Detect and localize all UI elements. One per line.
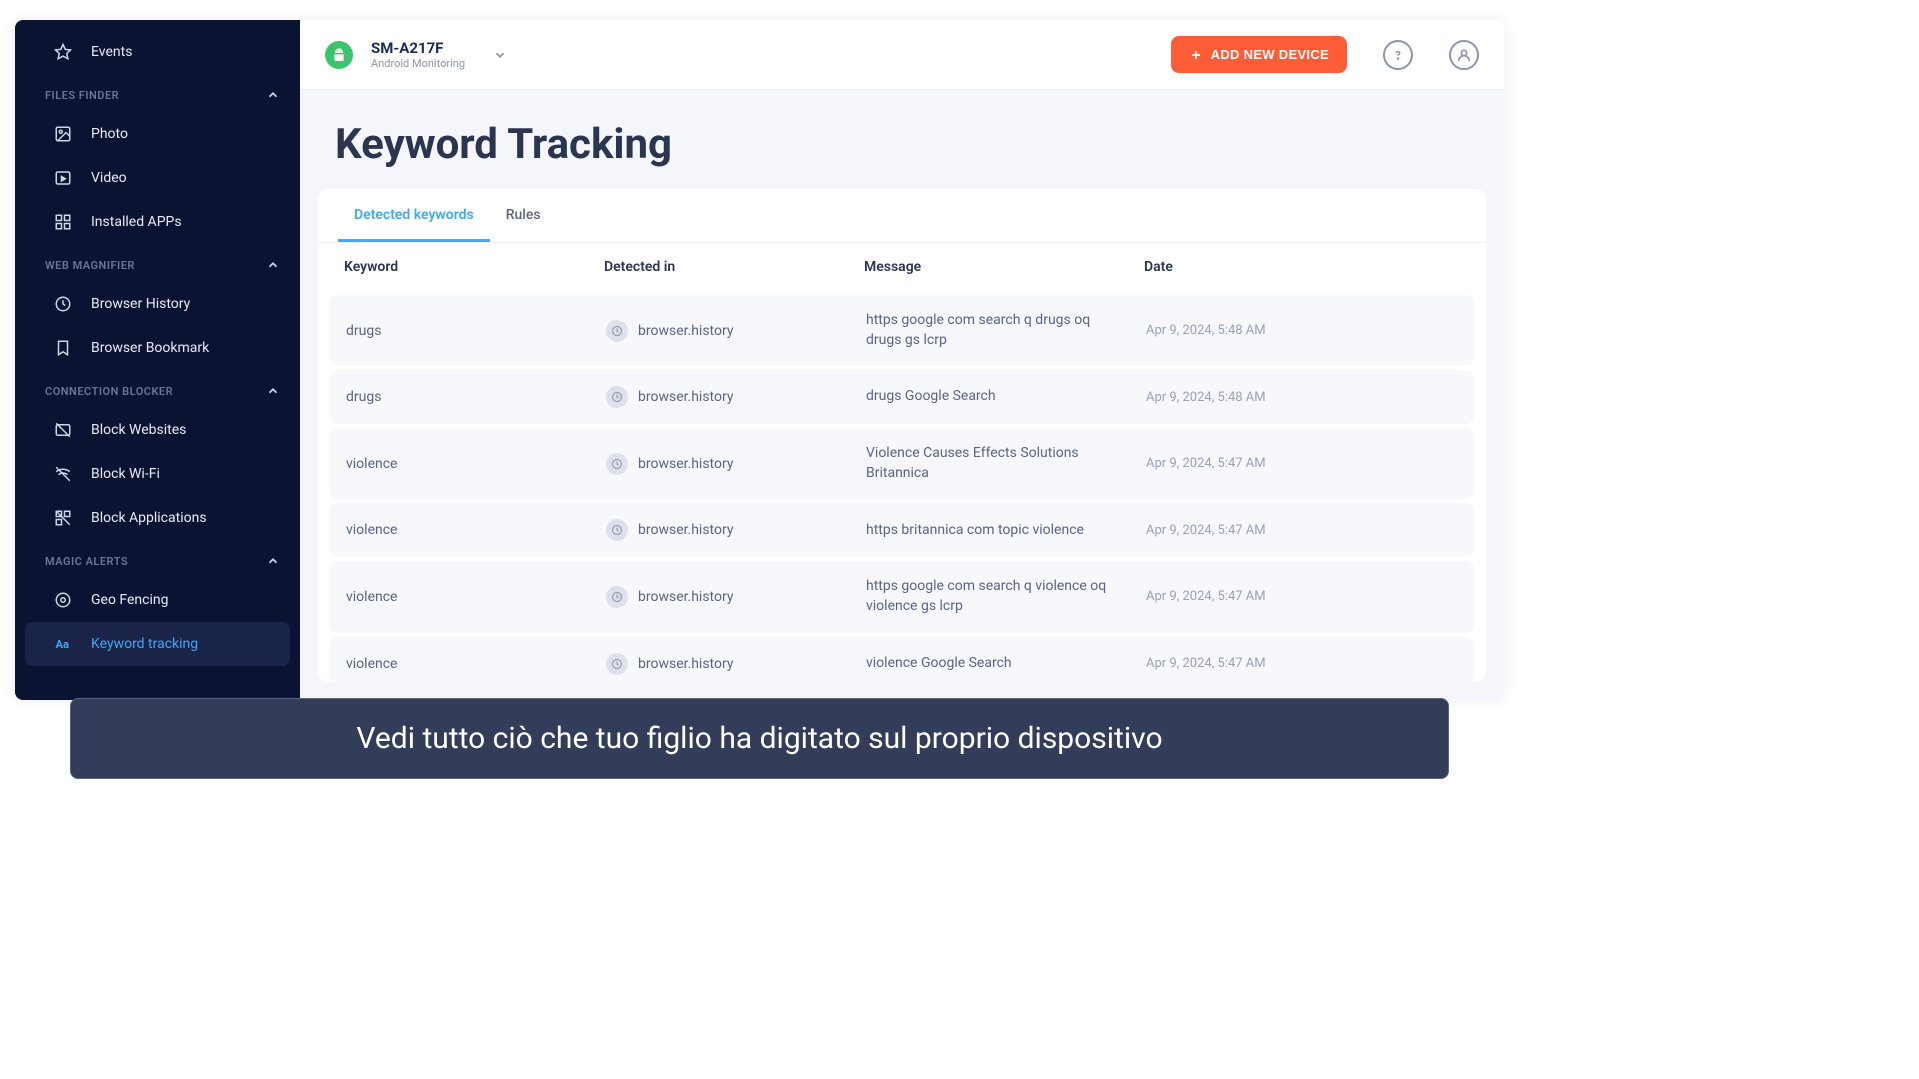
sidebar-item-block-applications[interactable]: Block Applications bbox=[15, 496, 300, 540]
chevron-up-icon bbox=[266, 554, 280, 568]
cell-keyword: drugs bbox=[346, 323, 606, 339]
chevron-up-icon bbox=[266, 258, 280, 272]
cell-date: Apr 9, 2024, 5:47 AM bbox=[1146, 523, 1458, 538]
sidebar: Events FILES FINDER Photo Video Installe… bbox=[15, 20, 300, 700]
col-keyword: Keyword bbox=[344, 259, 604, 275]
star-icon bbox=[53, 42, 73, 62]
cell-message: drugs Google Search bbox=[866, 387, 1146, 407]
cell-keyword: drugs bbox=[346, 389, 606, 405]
sidebar-item-photo[interactable]: Photo bbox=[15, 112, 300, 156]
cell-message: violence Google Search bbox=[866, 654, 1146, 674]
col-date: Date bbox=[1144, 259, 1460, 275]
photo-icon bbox=[53, 124, 73, 144]
cell-message: Violence Causes Effects Solutions Britan… bbox=[866, 444, 1146, 483]
cell-detected-in: browser.history bbox=[606, 519, 866, 541]
svg-text:Aa: Aa bbox=[56, 638, 70, 651]
cell-date: Apr 9, 2024, 5:48 AM bbox=[1146, 390, 1458, 405]
sidebar-item-geo-fencing[interactable]: Geo Fencing bbox=[15, 578, 300, 622]
sidebar-item-keyword-tracking[interactable]: Aa Keyword tracking bbox=[25, 622, 290, 666]
sidebar-item-block-websites[interactable]: Block Websites bbox=[15, 408, 300, 452]
table-row[interactable]: violence browser.history https britannic… bbox=[330, 503, 1474, 557]
sidebar-item-installed-apps[interactable]: Installed APPs bbox=[15, 200, 300, 244]
history-icon bbox=[606, 586, 628, 608]
chevron-up-icon bbox=[266, 384, 280, 398]
table-row[interactable]: drugs browser.history drugs Google Searc… bbox=[330, 370, 1474, 424]
table-row[interactable]: violence browser.history https google co… bbox=[330, 561, 1474, 632]
bookmark-icon bbox=[53, 338, 73, 358]
topbar: SM-A217F Android Monitoring ADD NEW DEVI… bbox=[300, 20, 1504, 90]
cell-keyword: violence bbox=[346, 656, 606, 672]
content-card: Detected keywords Rules Keyword Detected… bbox=[318, 189, 1486, 682]
caption-banner: Vedi tutto ciò che tuo figlio ha digitat… bbox=[70, 698, 1449, 779]
col-message: Message bbox=[864, 259, 1144, 275]
tab-rules[interactable]: Rules bbox=[490, 189, 557, 242]
geofence-icon bbox=[53, 590, 73, 610]
history-icon bbox=[606, 386, 628, 408]
sidebar-item-browser-bookmark[interactable]: Browser Bookmark bbox=[15, 326, 300, 370]
cell-message: https britannica com topic violence bbox=[866, 521, 1146, 541]
cell-date: Apr 9, 2024, 5:47 AM bbox=[1146, 456, 1458, 471]
sidebar-item-video[interactable]: Video bbox=[15, 156, 300, 200]
table-row[interactable]: violence browser.history violence Google… bbox=[330, 637, 1474, 682]
history-icon bbox=[606, 320, 628, 342]
chevron-down-icon[interactable] bbox=[493, 48, 507, 62]
sidebar-section-magic-alerts[interactable]: MAGIC ALERTS bbox=[15, 540, 300, 578]
chevron-up-icon bbox=[266, 88, 280, 102]
device-subtitle: Android Monitoring bbox=[371, 57, 465, 70]
video-icon bbox=[53, 168, 73, 188]
cell-detected-in: browser.history bbox=[606, 386, 866, 408]
history-icon bbox=[606, 653, 628, 675]
help-button[interactable] bbox=[1383, 40, 1413, 70]
cell-keyword: violence bbox=[346, 522, 606, 538]
sidebar-section-files-finder[interactable]: FILES FINDER bbox=[15, 74, 300, 112]
table[interactable]: Keyword Detected in Message Date drugs b… bbox=[318, 243, 1486, 682]
cell-date: Apr 9, 2024, 5:48 AM bbox=[1146, 323, 1458, 338]
block-wifi-icon bbox=[53, 464, 73, 484]
account-button[interactable] bbox=[1449, 40, 1479, 70]
sidebar-item-label: Events bbox=[91, 44, 132, 60]
add-new-device-button[interactable]: ADD NEW DEVICE bbox=[1171, 36, 1347, 73]
cell-detected-in: browser.history bbox=[606, 586, 866, 608]
col-detected-in: Detected in bbox=[604, 259, 864, 275]
clock-icon bbox=[53, 294, 73, 314]
table-header: Keyword Detected in Message Date bbox=[318, 243, 1486, 291]
table-row[interactable]: violence browser.history Violence Causes… bbox=[330, 428, 1474, 499]
main-content: SM-A217F Android Monitoring ADD NEW DEVI… bbox=[300, 20, 1504, 700]
device-name: SM-A217F bbox=[371, 39, 465, 57]
plus-icon bbox=[1189, 48, 1203, 62]
table-row[interactable]: drugs browser.history https google com s… bbox=[330, 295, 1474, 366]
cell-date: Apr 9, 2024, 5:47 AM bbox=[1146, 589, 1458, 604]
block-apps-icon bbox=[53, 508, 73, 528]
cell-detected-in: browser.history bbox=[606, 653, 866, 675]
block-site-icon bbox=[53, 420, 73, 440]
sidebar-item-block-wifi[interactable]: Block Wi-Fi bbox=[15, 452, 300, 496]
sidebar-section-connection-blocker[interactable]: CONNECTION BLOCKER bbox=[15, 370, 300, 408]
history-icon bbox=[606, 519, 628, 541]
android-icon bbox=[325, 41, 353, 69]
cell-keyword: violence bbox=[346, 589, 606, 605]
device-selector[interactable]: SM-A217F Android Monitoring bbox=[371, 39, 465, 70]
cell-detected-in: browser.history bbox=[606, 453, 866, 475]
sidebar-item-events[interactable]: Events bbox=[15, 30, 300, 74]
tab-detected-keywords[interactable]: Detected keywords bbox=[338, 189, 490, 242]
apps-icon bbox=[53, 212, 73, 232]
sidebar-section-web-magnifier[interactable]: WEB MAGNIFIER bbox=[15, 244, 300, 282]
history-icon bbox=[606, 453, 628, 475]
page-title: Keyword Tracking bbox=[300, 90, 1504, 189]
tabs: Detected keywords Rules bbox=[318, 189, 1486, 243]
cell-detected-in: browser.history bbox=[606, 320, 866, 342]
keyword-icon: Aa bbox=[53, 634, 73, 654]
cell-message: https google com search q drugs oq drugs… bbox=[866, 311, 1146, 350]
cell-keyword: violence bbox=[346, 456, 606, 472]
sidebar-item-browser-history[interactable]: Browser History bbox=[15, 282, 300, 326]
cell-message: https google com search q violence oq vi… bbox=[866, 577, 1146, 616]
cell-date: Apr 9, 2024, 5:47 AM bbox=[1146, 656, 1458, 671]
